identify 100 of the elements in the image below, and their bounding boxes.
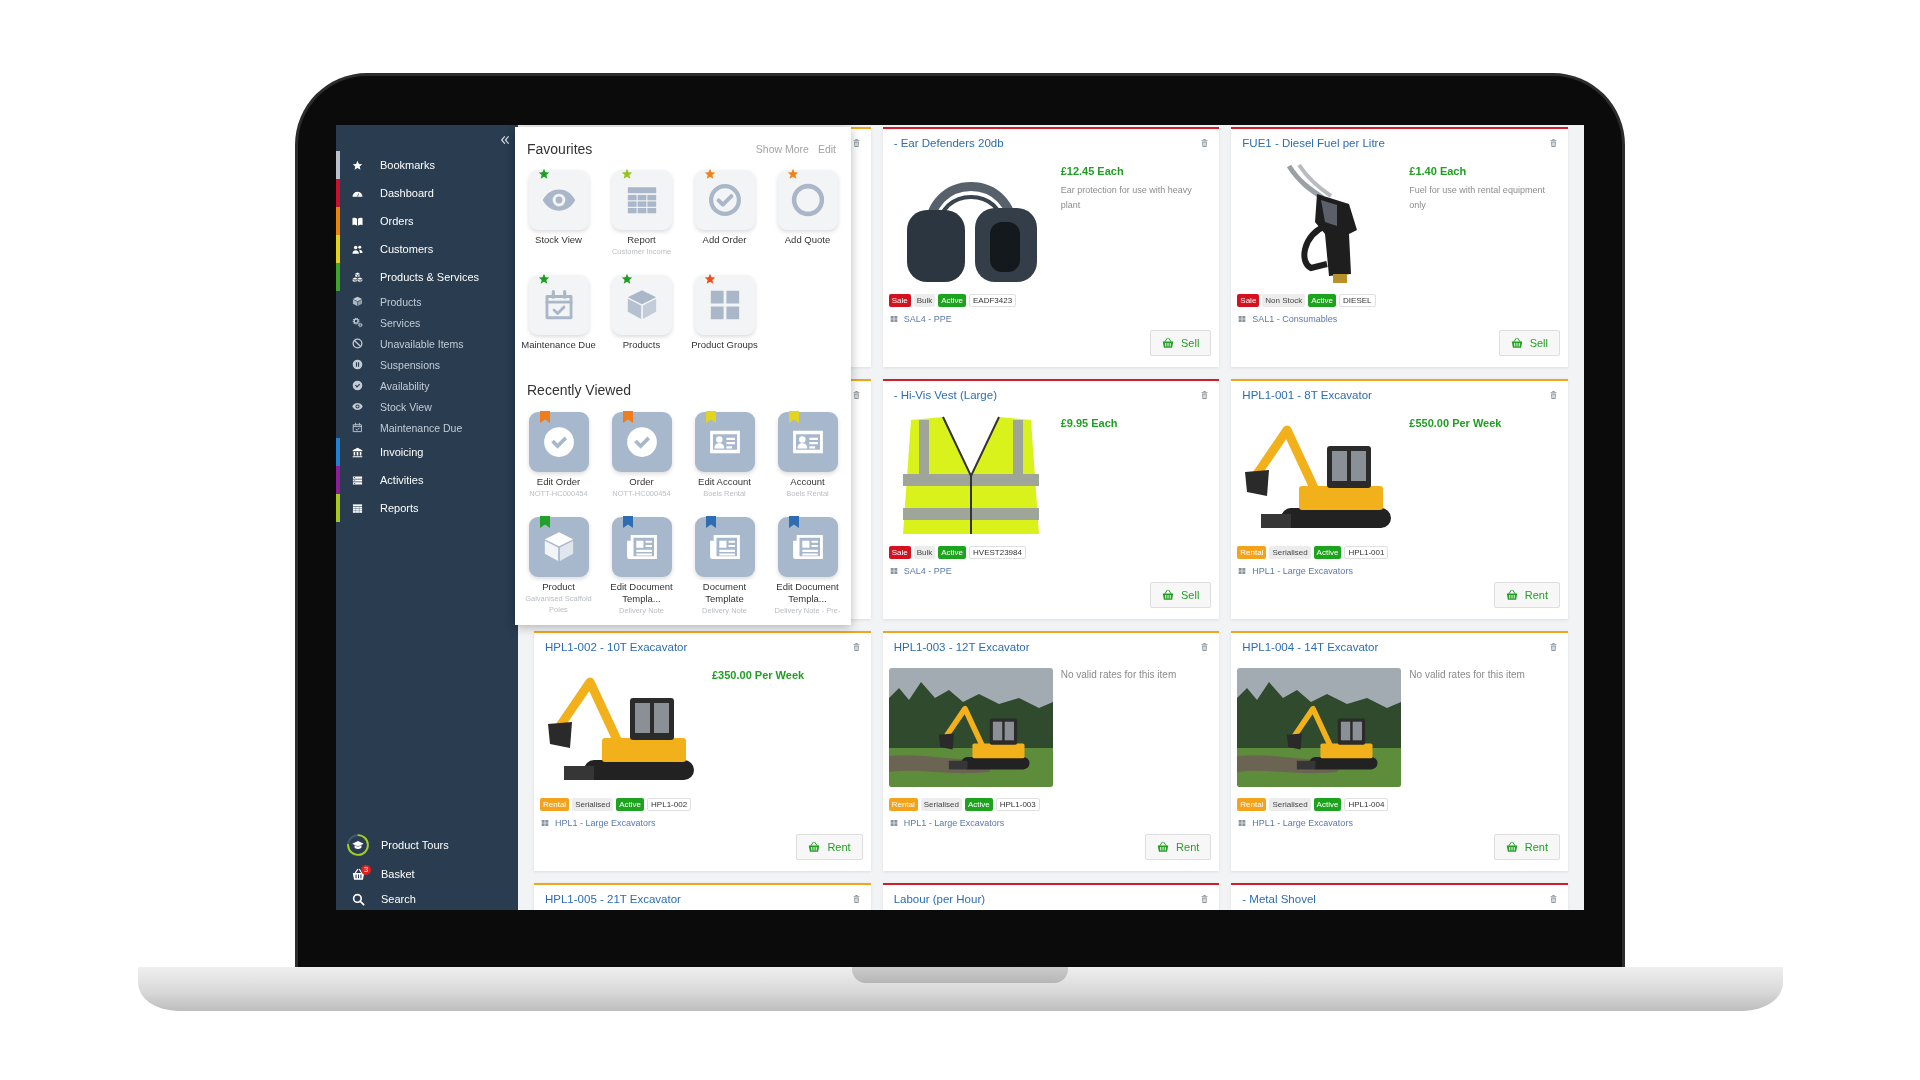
grid-icon [541,819,549,827]
graduation-cap-icon [347,834,369,856]
trash-icon[interactable] [851,642,861,652]
squares-icon [694,275,755,335]
rate-note: No valid rates for this item [1409,668,1526,682]
sidebar-item[interactable]: Search [336,888,518,910]
status-badge: Active [616,798,645,811]
cube-icon [528,517,589,577]
rate-note: No valid rates for this item [1060,668,1178,682]
eye-icon [352,401,363,412]
category-link[interactable]: HPL1 - Large Excavators [903,818,1005,828]
sidebar-item[interactable]: Maintenance Due [336,417,518,438]
tracking-badge: Serialised [920,798,962,811]
favourite-shortcut[interactable]: Add Quote [766,170,849,246]
collapse-icon[interactable] [500,135,510,145]
sidebar-item[interactable]: Products [336,291,518,312]
status-badge: Active [1313,798,1342,811]
sidebar-item[interactable]: Bookmarks [336,151,518,179]
star-icon [352,159,363,171]
sidebar-item[interactable]: Availability [336,375,518,396]
trash-icon[interactable] [1549,138,1558,148]
product-title[interactable]: HPL1-005 - 21T Excavator [545,893,681,905]
bank-icon [352,446,363,458]
product-title[interactable]: FUE1 - Diesel Fuel per Litre [1242,137,1385,149]
sidebar-item[interactable]: Product Tours [336,830,518,860]
type-badge: Rental [540,798,570,811]
price-label: £350.00 Per Week [712,668,806,682]
basket-icon [1162,589,1174,601]
grid-icon [1238,315,1247,323]
sidebar-item[interactable]: Activities [336,466,518,494]
id-card-icon [694,412,755,472]
code-badge: EADF3423 [969,294,1017,307]
gears-icon [352,317,363,328]
trash-icon[interactable] [1200,138,1210,148]
product-title[interactable]: Labour (per Hour) [893,893,986,905]
trash-icon[interactable] [851,138,861,148]
tracking-badge: Serialised [1269,798,1311,811]
status-badge: Active [1313,546,1342,559]
favourite-shortcut[interactable]: Product Groups [683,275,766,351]
trash-icon[interactable] [851,894,861,904]
sidebar-item[interactable]: Reports [336,494,518,522]
basket-icon [351,867,365,881]
category-link[interactable]: SAL1 - Consumables [1252,314,1338,324]
id-card-icon [777,412,838,472]
sidebar-item[interactable]: Customers [336,235,518,263]
ban-icon [352,338,363,349]
code-badge: HPL1-002 [647,798,692,811]
sidebar-item[interactable]: Products & Services [336,263,518,291]
basket-icon [1505,841,1518,853]
basket-icon [1162,337,1174,349]
category-link[interactable]: SAL4 - PPE [903,314,952,324]
panel-title: Recently Viewed [527,382,632,398]
cube-icon [352,296,363,307]
favourite-shortcut[interactable]: Stock View [517,170,600,246]
tracking-badge: Non Stock [1262,294,1306,307]
basket-icon [1510,337,1523,349]
code-badge: DIESEL [1339,294,1376,307]
category-link[interactable]: HPL1 - Large Excavators [1252,566,1353,576]
product-title[interactable]: - Ear Defenders 20db [893,137,1004,149]
category-link[interactable]: HPL1 - Large Excavators [1252,818,1353,828]
grid-icon [889,567,898,575]
status-badge: Active [964,798,993,811]
category-link[interactable]: HPL1 - Large Excavators [555,818,656,828]
category-link[interactable]: SAL4 - PPE [903,566,952,576]
favourite-shortcut[interactable]: Add Order [683,170,766,246]
sidebar-item[interactable]: Services [336,312,518,333]
trash-icon[interactable] [851,390,861,400]
trash-icon[interactable] [1200,390,1210,400]
favourite-shortcut[interactable]: Products [600,275,683,351]
sidebar-item[interactable]: Orders [336,207,518,235]
price-label: £550.00 Per Week [1409,416,1503,430]
cube-icon [611,275,672,335]
trash-icon[interactable] [1549,642,1558,652]
calendar-check-icon [528,275,589,335]
trash-icon[interactable] [1200,894,1210,904]
newspaper-icon [777,517,838,577]
trash-icon[interactable] [1549,390,1558,400]
type-badge: Rental [1237,798,1267,811]
newspaper-icon [611,517,672,577]
newspaper-icon [694,517,755,577]
sidebar-item[interactable]: Invoicing [336,438,518,466]
sidebar-item[interactable]: Suspensions [336,354,518,375]
eye-icon [528,170,589,230]
product-title[interactable]: HPL1-002 - 10T Exacavator [545,641,688,653]
product-title[interactable]: HPL1-004 - 14T Excavator [1242,641,1379,653]
favourite-shortcut[interactable]: Maintenance Due [517,275,600,351]
type-badge: Rental [888,798,918,811]
product-title[interactable]: HPL1-001 - 8T Excavator [1242,389,1372,401]
sidebar-item[interactable]: Dashboard [336,179,518,207]
product-title[interactable]: - Metal Shovel [1242,893,1316,905]
trash-icon[interactable] [1200,642,1210,652]
product-title[interactable]: - Hi-Vis Vest (Large) [893,389,997,401]
trash-icon[interactable] [1549,894,1558,904]
tracking-badge: Bulk [913,294,936,307]
basket-icon [1157,841,1170,853]
product-title[interactable]: HPL1-003 - 12T Excavator [893,641,1030,653]
sidebar-item[interactable]: Stock View [336,396,518,417]
code-badge: HVEST23984 [969,546,1026,559]
code-badge: HPL1-001 [1344,546,1389,559]
sidebar-item[interactable]: Unavailable Items [336,333,518,354]
